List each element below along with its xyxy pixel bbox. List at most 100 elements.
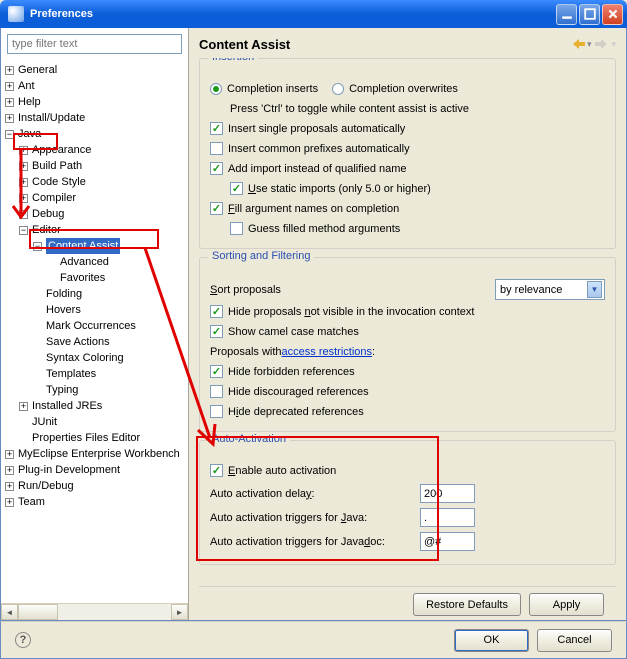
sort-proposals-label: Sort proposalsSort proposals (210, 284, 281, 296)
tree-item[interactable]: Appearance (32, 142, 91, 158)
fill-args-checkbox[interactable] (210, 202, 223, 215)
preference-tree[interactable]: +General +Ant +Help +Install/Update −Jav… (1, 60, 188, 603)
access-restrictions-link[interactable]: access restrictions (282, 346, 372, 358)
hide-forbidden-checkbox[interactable] (210, 365, 223, 378)
tree-item[interactable]: MyEclipse Enterprise Workbench (18, 446, 180, 462)
expand-icon[interactable]: + (5, 466, 14, 475)
enable-auto-activation-checkbox[interactable] (210, 464, 223, 477)
tree-item-content-assist[interactable]: Content Assist (46, 238, 120, 254)
expand-icon[interactable]: + (5, 98, 14, 107)
tree-item[interactable]: Plug-in Development (18, 462, 120, 478)
tree-scrollbar[interactable]: ◄ ► (1, 603, 188, 620)
sort-proposals-select[interactable]: by relevance▼ (495, 279, 605, 300)
page-title: Content Assist (199, 37, 290, 52)
expand-icon[interactable]: + (19, 210, 28, 219)
dropdown-icon[interactable]: ▼ (587, 281, 602, 298)
close-button[interactable] (602, 4, 623, 25)
static-imports-checkbox[interactable] (230, 182, 243, 195)
radio-label: Completion inserts (227, 83, 318, 95)
minimize-button[interactable] (556, 4, 577, 25)
tree-item[interactable]: Typing (46, 382, 78, 398)
hide-not-visible-checkbox[interactable] (210, 305, 223, 318)
hide-discouraged-checkbox[interactable] (210, 385, 223, 398)
checkbox-label: Hide proposals not visible in the invoca… (228, 306, 474, 318)
tree-item[interactable]: Favorites (60, 270, 105, 286)
guess-args-checkbox[interactable] (230, 222, 243, 235)
app-icon (8, 6, 24, 22)
completion-inserts-radio[interactable] (210, 83, 222, 95)
tree-item[interactable]: Save Actions (46, 334, 110, 350)
tree-item[interactable]: Help (18, 94, 41, 110)
dialog-footer: ? OK Cancel (0, 621, 627, 659)
expand-icon[interactable]: + (5, 114, 14, 123)
add-import-checkbox[interactable] (210, 162, 223, 175)
filter-input[interactable] (7, 34, 182, 54)
ok-button[interactable]: OK (454, 629, 529, 652)
expand-icon[interactable]: + (5, 498, 14, 507)
cancel-button[interactable]: Cancel (537, 629, 612, 652)
auto-activation-group: Auto-Activation Enable auto activationEn… (199, 440, 616, 565)
checkbox-label: UUse static imports (only 5.0 or higher)… (248, 183, 431, 195)
back-arrow-icon[interactable] (569, 36, 587, 52)
collapse-icon[interactable]: − (19, 226, 28, 235)
tree-item[interactable]: Templates (46, 366, 96, 382)
tree-item[interactable]: Advanced (60, 254, 109, 270)
tree-item[interactable]: Properties Files Editor (32, 430, 140, 446)
proposals-with-label: Proposals with (210, 346, 282, 358)
tree-item[interactable]: General (18, 62, 57, 78)
tree-item[interactable]: Team (18, 494, 45, 510)
expand-icon[interactable]: + (19, 402, 28, 411)
expand-icon[interactable]: + (5, 82, 14, 91)
checkbox-label: Add import instead of qualified name (228, 163, 407, 175)
tree-item[interactable]: Run/Debug (18, 478, 74, 494)
tree-item[interactable]: Code Style (32, 174, 86, 190)
page-buttons: Restore Defaults Apply (199, 586, 616, 620)
tree-item-java[interactable]: Java (18, 126, 41, 142)
tree-item-editor[interactable]: Editor (32, 222, 61, 238)
collapse-icon[interactable]: − (33, 242, 42, 251)
group-title: Sorting and Filtering (208, 250, 314, 262)
collapse-icon[interactable]: − (5, 130, 14, 139)
radio-label: Completion overwrites (349, 83, 458, 95)
expand-icon[interactable]: + (19, 178, 28, 187)
tree-item[interactable]: Folding (46, 286, 82, 302)
completion-overwrites-radio[interactable] (332, 83, 344, 95)
insert-common-checkbox[interactable] (210, 142, 223, 155)
scroll-thumb[interactable] (18, 604, 58, 620)
scroll-left-icon[interactable]: ◄ (1, 604, 18, 620)
tree-item[interactable]: Installed JREs (32, 398, 102, 414)
java-triggers-input[interactable] (420, 508, 475, 527)
expand-icon[interactable]: + (19, 194, 28, 203)
tree-item[interactable]: Hovers (46, 302, 81, 318)
title-bar: Preferences (0, 0, 627, 28)
javadoc-triggers-input[interactable] (420, 532, 475, 551)
tree-item[interactable]: JUnit (32, 414, 57, 430)
tree-item[interactable]: Debug (32, 206, 64, 222)
expand-icon[interactable]: + (19, 162, 28, 171)
expand-icon[interactable]: + (5, 66, 14, 75)
right-panel: Content Assist ▾ ▾ Insertion Completion … (189, 28, 626, 620)
tree-item[interactable]: Mark Occurrences (46, 318, 136, 334)
camel-case-checkbox[interactable] (210, 325, 223, 338)
help-icon[interactable]: ? (15, 632, 31, 648)
checkbox-label: Fill argument names on completionFill ar… (228, 203, 399, 215)
expand-icon[interactable]: + (19, 146, 28, 155)
checkbox-label: Insert common prefixes automatically (228, 143, 410, 155)
tree-item[interactable]: Install/Update (18, 110, 85, 126)
apply-button[interactable]: Apply (529, 593, 604, 616)
delay-input[interactable] (420, 484, 475, 503)
restore-defaults-button[interactable]: Restore Defaults (413, 593, 521, 616)
insert-single-checkbox[interactable] (210, 122, 223, 135)
expand-icon[interactable]: + (5, 482, 14, 491)
maximize-button[interactable] (579, 4, 600, 25)
insertion-group: Insertion Completion inserts Completion … (199, 58, 616, 249)
expand-icon[interactable]: + (5, 450, 14, 459)
hide-deprecated-checkbox[interactable] (210, 405, 223, 418)
left-panel: +General +Ant +Help +Install/Update −Jav… (1, 28, 189, 620)
scroll-right-icon[interactable]: ► (171, 604, 188, 620)
tree-item[interactable]: Build Path (32, 158, 82, 174)
tree-item[interactable]: Compiler (32, 190, 76, 206)
forward-arrow-icon[interactable] (593, 36, 611, 52)
tree-item[interactable]: Syntax Coloring (46, 350, 124, 366)
tree-item[interactable]: Ant (18, 78, 35, 94)
